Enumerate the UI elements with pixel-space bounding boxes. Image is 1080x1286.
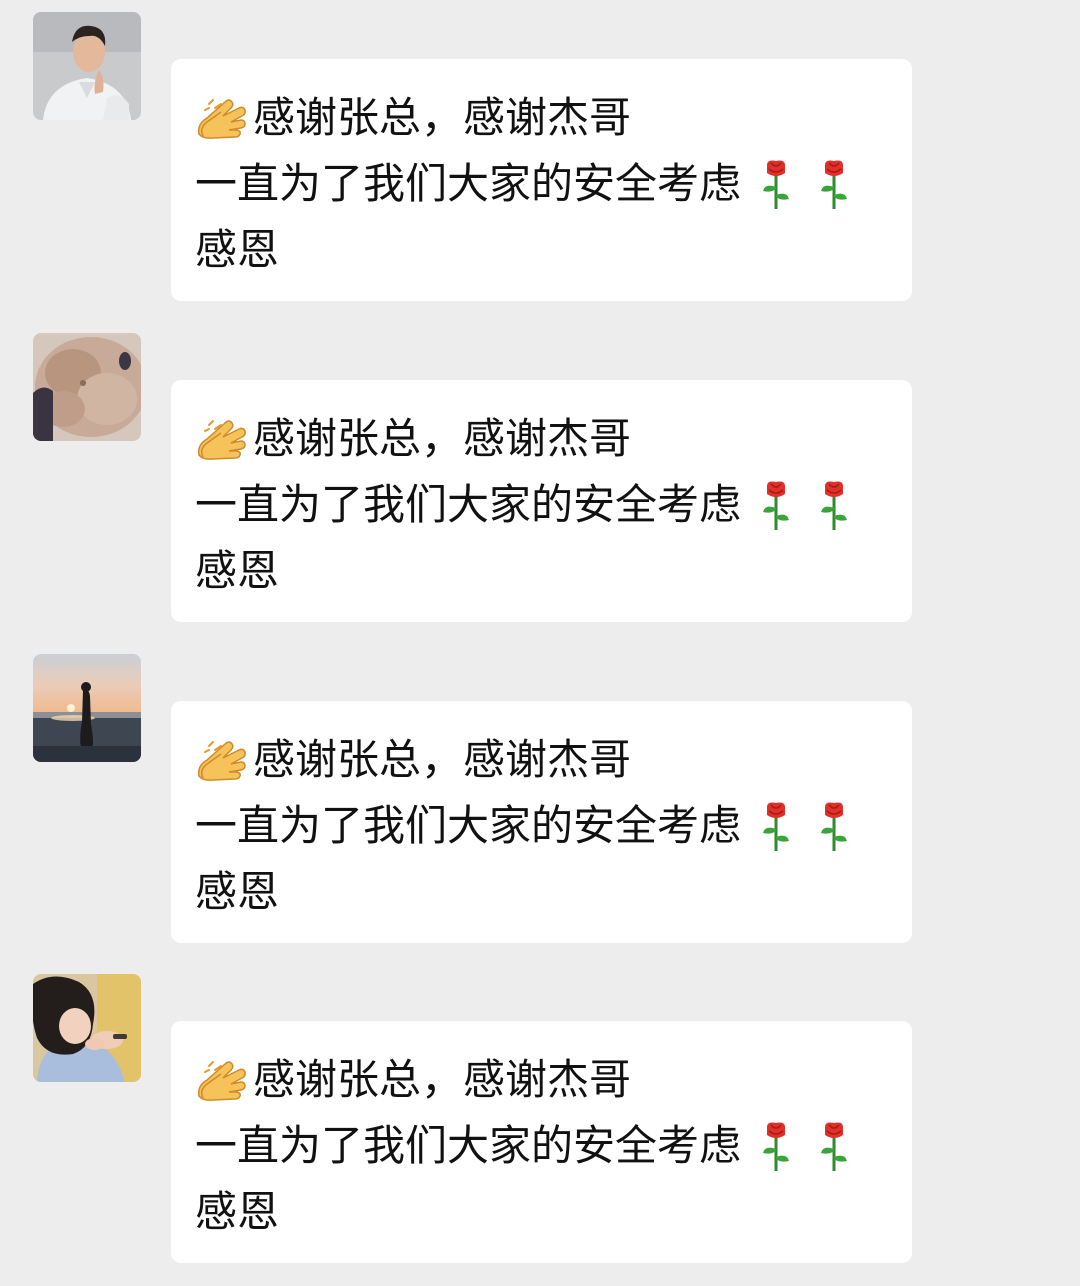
rose-icon	[755, 478, 797, 532]
message-line-2: 一直为了我们大家的安全考虑	[195, 1113, 892, 1179]
message-text: 感谢张总，感谢杰哥	[253, 735, 632, 784]
chat-message: 感谢张总，感谢杰哥 一直为了我们大家的安全考虑 感恩	[0, 0, 1080, 301]
message-text: 一直为了我们大家的安全考虑	[195, 801, 742, 850]
rose-icon	[755, 157, 797, 211]
chat-message: 感谢张总，感谢杰哥 一直为了我们大家的安全考虑 感恩	[0, 321, 1080, 622]
clapping-hand-icon	[195, 736, 249, 784]
girl-with-curly-hair-avatar	[33, 974, 141, 1082]
message-bubble[interactable]: 感谢张总，感谢杰哥 一直为了我们大家的安全考虑 感恩	[171, 701, 912, 943]
message-text: 感恩	[195, 867, 280, 916]
message-text: 感恩	[195, 225, 280, 274]
message-line-3: 感恩	[195, 217, 892, 283]
rose-icon	[813, 799, 855, 853]
rose-icon	[813, 1119, 855, 1173]
message-line-3: 感恩	[195, 859, 892, 925]
clapping-hand-icon	[195, 94, 249, 142]
chat-message-list[interactable]: 感谢张总，感谢杰哥 一直为了我们大家的安全考虑 感恩 感谢张总，感谢杰哥 一直为…	[0, 0, 1080, 1286]
message-line-3: 感恩	[195, 1179, 892, 1245]
message-line-1: 感谢张总，感谢杰哥	[195, 727, 892, 793]
message-text: 感谢张总，感谢杰哥	[253, 1055, 632, 1104]
sender-avatar[interactable]	[33, 974, 141, 1082]
message-line-2: 一直为了我们大家的安全考虑	[195, 472, 892, 538]
clapping-hand-icon	[195, 1056, 249, 1104]
message-line-1: 感谢张总，感谢杰哥	[195, 406, 892, 472]
rose-icon	[813, 157, 855, 211]
fluffy-dog-avatar	[33, 333, 141, 441]
message-bubble[interactable]: 感谢张总，感谢杰哥 一直为了我们大家的安全考虑 感恩	[171, 1021, 912, 1263]
message-bubble[interactable]: 感谢张总，感谢杰哥 一直为了我们大家的安全考虑 感恩	[171, 380, 912, 622]
message-text: 一直为了我们大家的安全考虑	[195, 159, 742, 208]
rose-icon	[755, 1119, 797, 1173]
clapping-hand-icon	[195, 415, 249, 463]
message-line-1: 感谢张总，感谢杰哥	[195, 1047, 892, 1113]
sunset-beach-avatar	[33, 654, 141, 762]
sender-avatar[interactable]	[33, 654, 141, 762]
man-in-white-shirt-avatar	[33, 12, 141, 120]
chat-message: 感谢张总，感谢杰哥 一直为了我们大家的安全考虑 感恩	[0, 642, 1080, 943]
message-bubble[interactable]: 感谢张总，感谢杰哥 一直为了我们大家的安全考虑 感恩	[171, 59, 912, 301]
message-line-1: 感谢张总，感谢杰哥	[195, 85, 892, 151]
chat-message: 感谢张总，感谢杰哥 一直为了我们大家的安全考虑 感恩	[0, 962, 1080, 1263]
rose-icon	[755, 799, 797, 853]
message-text: 感恩	[195, 1187, 280, 1236]
rose-icon	[813, 478, 855, 532]
message-text: 感恩	[195, 546, 280, 595]
message-line-3: 感恩	[195, 538, 892, 604]
sender-avatar[interactable]	[33, 333, 141, 441]
message-text: 感谢张总，感谢杰哥	[253, 414, 632, 463]
message-line-2: 一直为了我们大家的安全考虑	[195, 151, 892, 217]
message-text: 感谢张总，感谢杰哥	[253, 93, 632, 142]
sender-avatar[interactable]	[33, 12, 141, 120]
message-text: 一直为了我们大家的安全考虑	[195, 1121, 742, 1170]
message-line-2: 一直为了我们大家的安全考虑	[195, 793, 892, 859]
message-text: 一直为了我们大家的安全考虑	[195, 480, 742, 529]
